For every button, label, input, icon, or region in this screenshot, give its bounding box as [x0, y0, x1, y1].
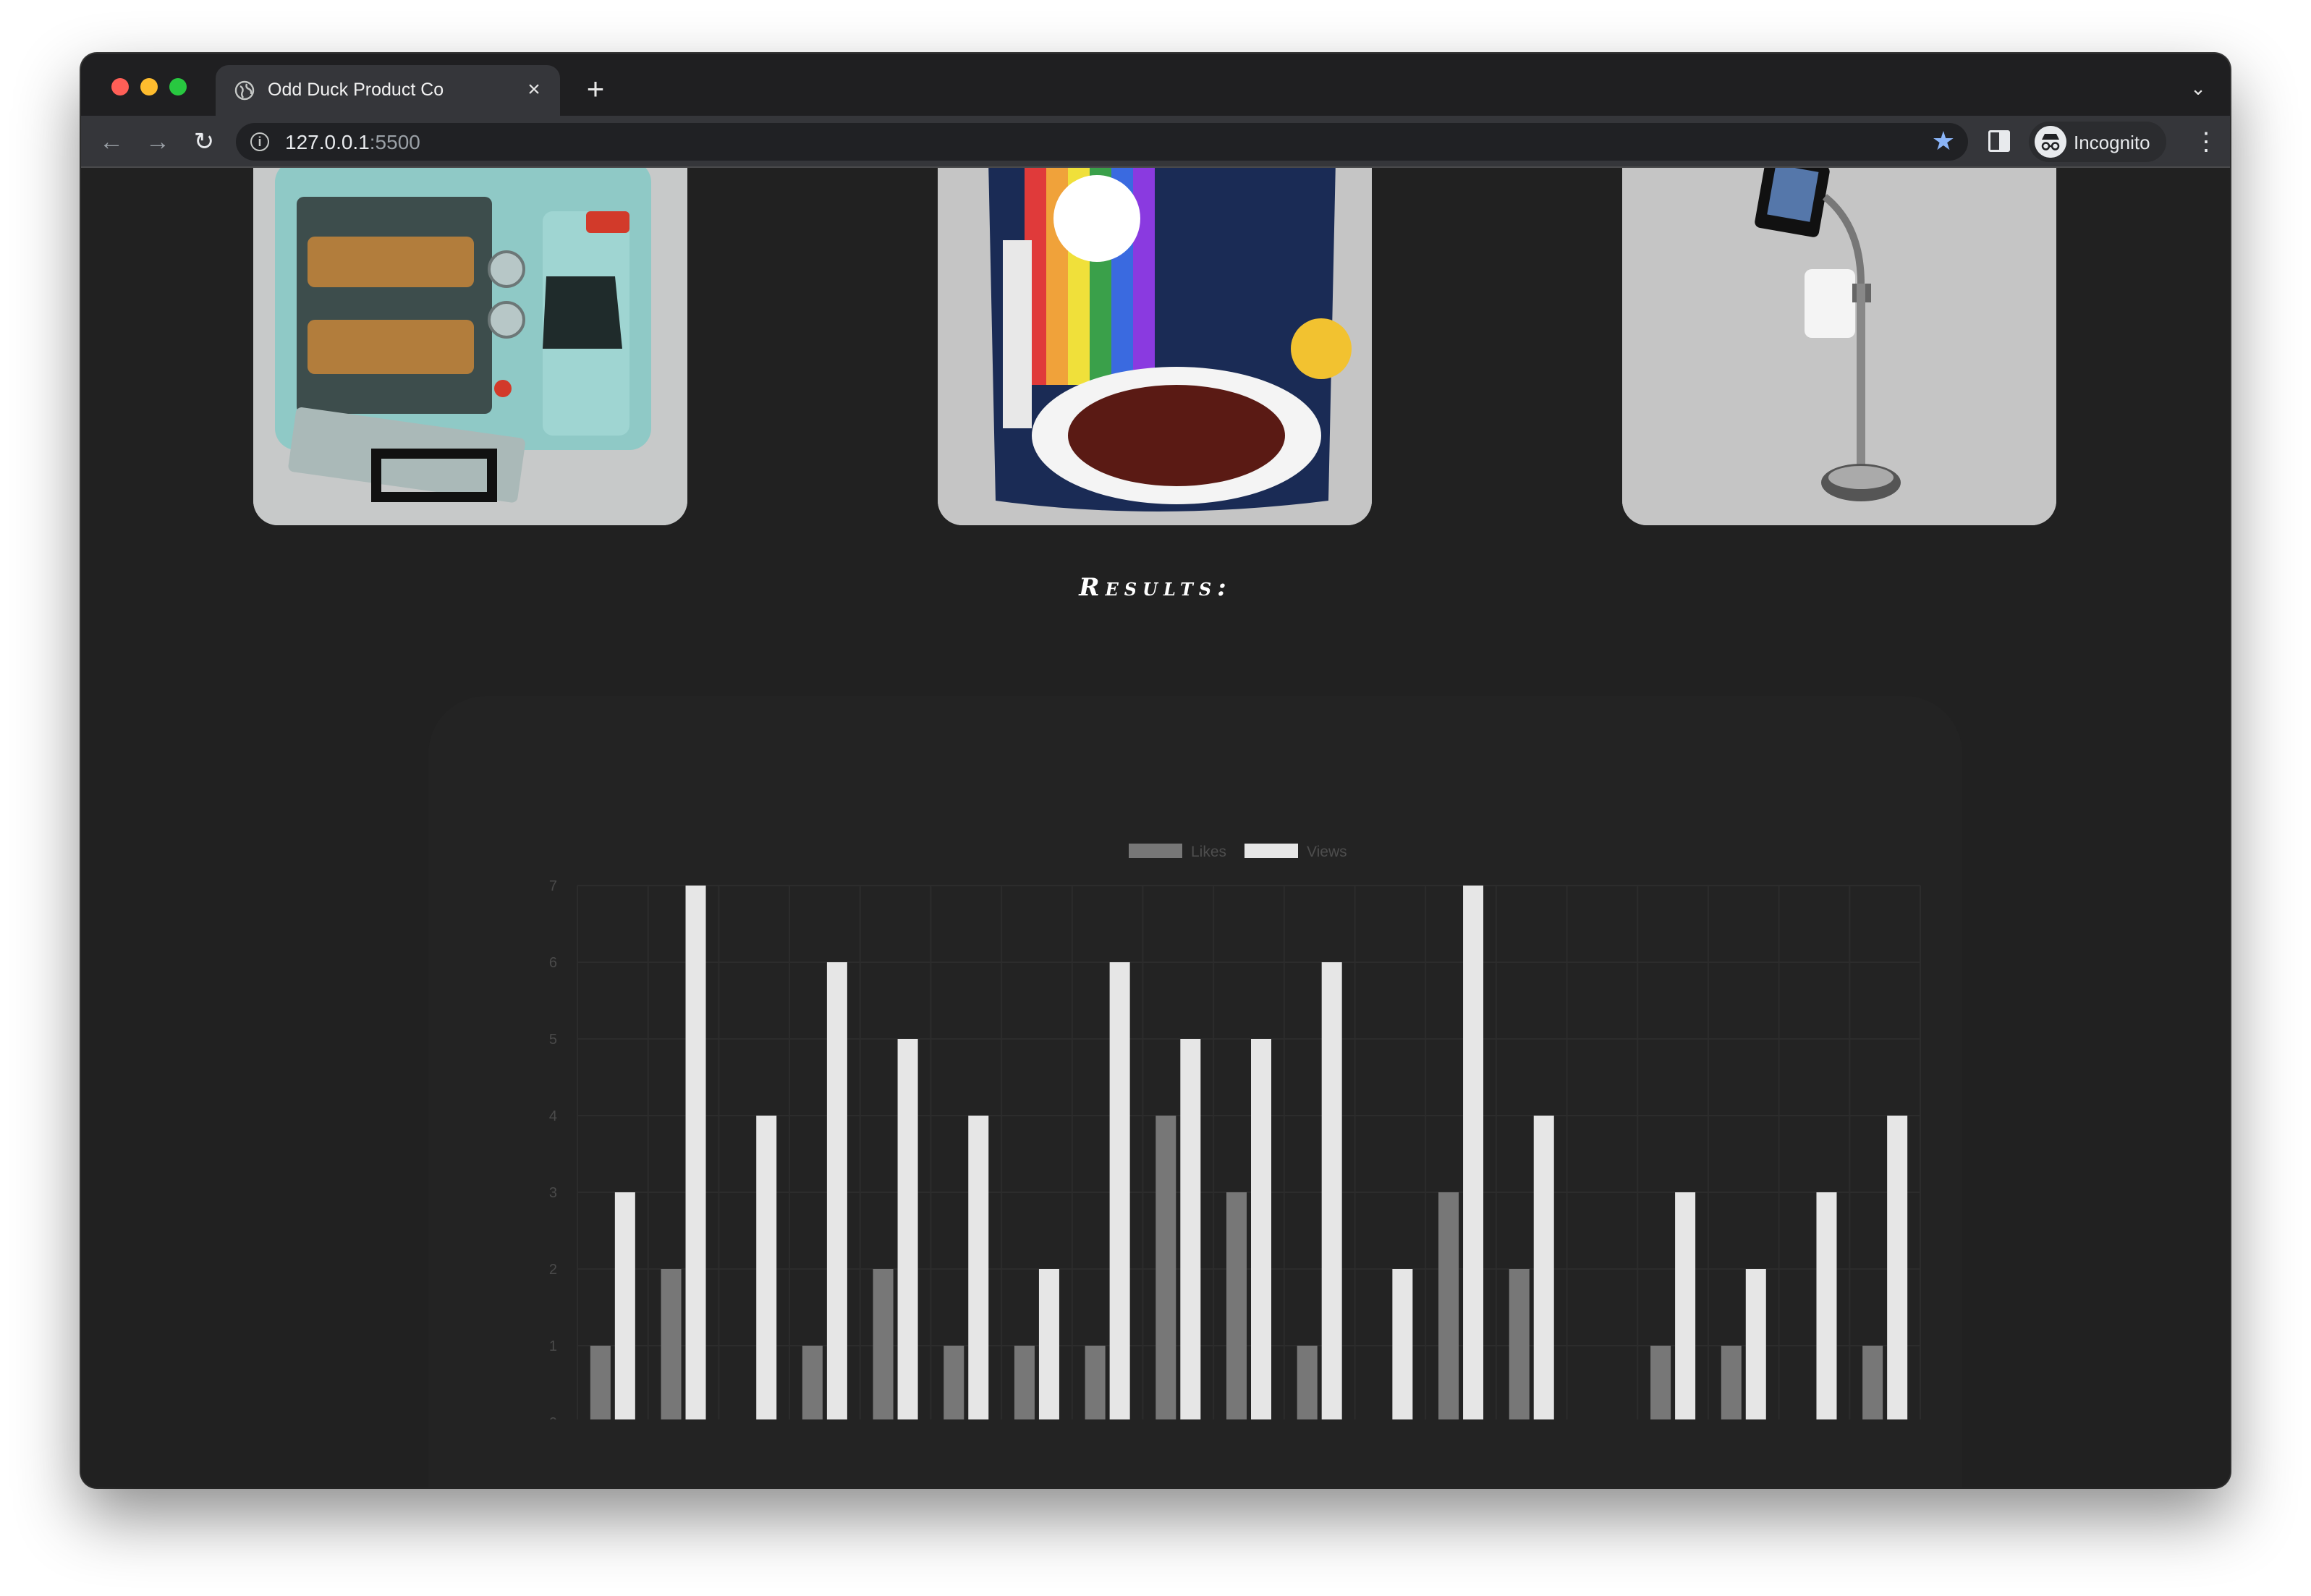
- new-tab-button[interactable]: +: [577, 71, 614, 107]
- bar-likes: [1014, 1346, 1035, 1419]
- y-tick-label: 7: [549, 878, 557, 894]
- bar-views: [1816, 1192, 1837, 1419]
- breakfast-machine-image: [253, 168, 687, 525]
- legend-swatch: [1129, 844, 1182, 858]
- browser-menu-icon[interactable]: ⋮: [2194, 126, 2218, 158]
- bar-likes: [944, 1346, 964, 1419]
- bar-likes: [590, 1346, 611, 1419]
- address-bar[interactable]: i 127.0.0.1:5500 ★: [236, 123, 1968, 161]
- bar-views: [614, 1192, 635, 1419]
- url-text: 127.0.0.1:5500: [285, 131, 420, 154]
- close-tab-icon[interactable]: ×: [520, 75, 548, 104]
- page-content: Results: 01234567LikesViewsbagbananabath…: [81, 168, 2230, 1487]
- y-tick-label: 3: [549, 1185, 557, 1201]
- y-tick-label: 1: [549, 1338, 557, 1354]
- bar-views: [1463, 886, 1484, 1419]
- reload-button[interactable]: ↻: [187, 124, 221, 159]
- y-tick-label: 6: [549, 955, 557, 971]
- bar-likes: [873, 1269, 894, 1419]
- bar-likes: [1156, 1116, 1176, 1419]
- product-image-bathroom[interactable]: [1622, 168, 2056, 525]
- minimize-window-button[interactable]: [140, 78, 158, 95]
- product-image-unicorn[interactable]: [938, 168, 1372, 525]
- bar-views: [968, 1116, 989, 1419]
- bar-likes: [1438, 1192, 1459, 1419]
- legend-label: Likes: [1191, 844, 1226, 860]
- bathroom-stand-image: [1622, 168, 2056, 525]
- bar-views: [1745, 1269, 1766, 1419]
- tab-search-chevron-icon[interactable]: ⌄: [2184, 74, 2213, 103]
- bar-views: [1251, 1039, 1271, 1419]
- unicorn-meat-can-image: [938, 168, 1372, 525]
- y-tick-label: 2: [549, 1262, 557, 1278]
- site-info-icon[interactable]: i: [250, 132, 269, 151]
- bar-likes: [1862, 1346, 1883, 1419]
- results-heading: Results:: [1079, 573, 1232, 602]
- bar-likes: [1721, 1346, 1742, 1419]
- back-button[interactable]: ←: [94, 124, 129, 159]
- browser-window: Odd Duck Product Co × + ⌄ ← → ↻ i 127.0.…: [81, 54, 2230, 1487]
- bar-likes: [661, 1269, 682, 1419]
- tab-bar: Odd Duck Product Co × + ⌄: [81, 54, 2230, 116]
- bar-views: [1887, 1116, 1908, 1419]
- bar-views: [826, 962, 847, 1419]
- url-host: 127.0.0.1: [285, 131, 370, 153]
- bar-views: [756, 1116, 777, 1419]
- bar-views: [1675, 1192, 1696, 1419]
- bar-views: [685, 886, 706, 1419]
- bar-likes: [1226, 1192, 1247, 1419]
- close-window-button[interactable]: [111, 78, 129, 95]
- y-tick-label: 0: [549, 1415, 557, 1419]
- forward-button[interactable]: →: [140, 124, 175, 159]
- tab-title: Odd Duck Product Co: [268, 80, 444, 100]
- bookmark-star-icon[interactable]: ★: [1932, 126, 1955, 156]
- bar-views: [1392, 1269, 1413, 1419]
- bar-views: [1038, 1269, 1059, 1419]
- bar-views: [1180, 1039, 1201, 1419]
- legend-label: Views: [1307, 844, 1347, 860]
- bar-likes: [802, 1346, 823, 1419]
- globe-icon: [234, 80, 255, 101]
- bar-views: [897, 1039, 918, 1419]
- bar-likes: [1509, 1269, 1530, 1419]
- bar-views: [1321, 962, 1342, 1419]
- y-tick-label: 5: [549, 1032, 557, 1048]
- incognito-profile-button[interactable]: Incognito: [2029, 122, 2166, 162]
- incognito-icon: [2035, 126, 2066, 158]
- bar-views: [1109, 962, 1130, 1419]
- side-panel-icon[interactable]: [1988, 130, 2010, 152]
- bar-likes: [1297, 1346, 1318, 1419]
- bar-likes: [1085, 1346, 1106, 1419]
- maximize-window-button[interactable]: [169, 78, 187, 95]
- legend-swatch: [1244, 844, 1298, 858]
- tab-odd-duck[interactable]: Odd Duck Product Co ×: [216, 65, 560, 116]
- results-chart: 01234567LikesViewsbagbananabathroomboots…: [428, 696, 1962, 1487]
- bar-views: [1533, 1116, 1554, 1419]
- product-image-breakfast[interactable]: [253, 168, 687, 525]
- url-port: :5500: [369, 131, 420, 153]
- y-tick-label: 4: [549, 1108, 557, 1124]
- incognito-label: Incognito: [2074, 132, 2150, 153]
- bar-likes: [1650, 1346, 1671, 1419]
- browser-toolbar: ← → ↻ i 127.0.0.1:5500 ★ Incognito ⋮: [81, 116, 2230, 168]
- results-bar-chart: 01234567LikesViewsbagbananabathroomboots…: [549, 844, 1921, 1419]
